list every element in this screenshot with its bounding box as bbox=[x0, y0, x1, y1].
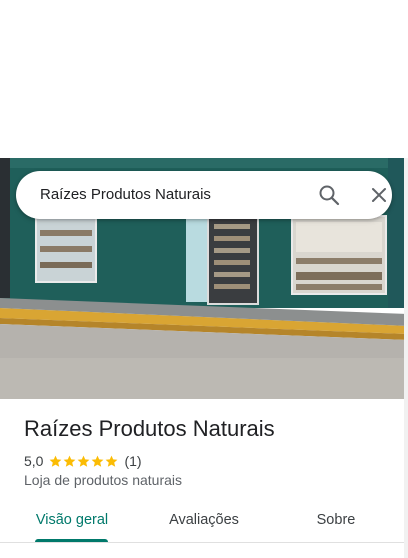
tab-about[interactable]: Sobre bbox=[286, 500, 386, 542]
tab-reviews[interactable]: Avaliações bbox=[154, 500, 254, 542]
tabs-divider bbox=[0, 542, 404, 543]
place-tabs: Visão geral Avaliações Sobre bbox=[0, 500, 404, 544]
star-icon bbox=[106, 455, 118, 467]
close-icon[interactable] bbox=[369, 185, 389, 205]
search-icon[interactable] bbox=[318, 184, 340, 206]
search-bar[interactable]: Raízes Produtos Naturais bbox=[16, 171, 392, 219]
place-category[interactable]: Loja de produtos naturais bbox=[24, 472, 182, 488]
rating-value: 5,0 bbox=[24, 453, 44, 469]
tab-overview[interactable]: Visão geral bbox=[22, 500, 122, 542]
scrollbar[interactable] bbox=[404, 158, 408, 558]
rating-stars bbox=[49, 455, 118, 468]
place-name: Raízes Produtos Naturais bbox=[24, 416, 275, 441]
star-icon bbox=[92, 455, 104, 467]
map-area-blank bbox=[0, 0, 408, 158]
review-count[interactable]: (1) bbox=[124, 453, 141, 469]
star-icon bbox=[64, 455, 76, 467]
search-input[interactable]: Raízes Produtos Naturais bbox=[40, 171, 211, 219]
star-icon bbox=[78, 455, 90, 467]
star-icon bbox=[50, 455, 62, 467]
rating-row[interactable]: 5,0 (1) bbox=[24, 451, 142, 471]
